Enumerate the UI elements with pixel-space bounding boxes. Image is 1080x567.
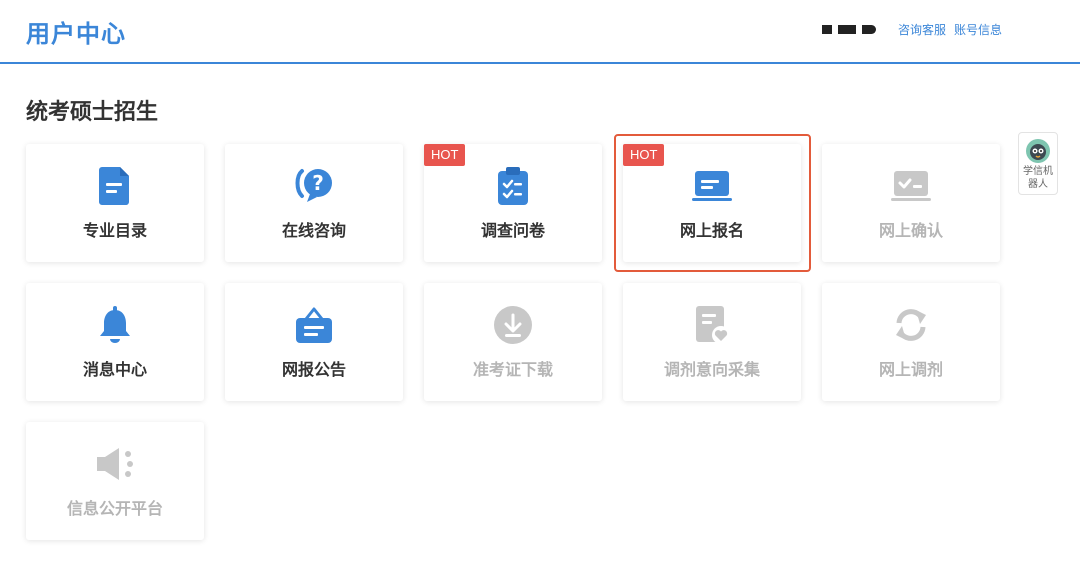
card-label: 调剂意向采集 <box>663 360 760 379</box>
header: 用户中心 咨询客服 账号信息 <box>0 0 1080 64</box>
card-label: 专业目录 <box>82 221 147 240</box>
download-icon <box>424 305 602 345</box>
card-registration-notice[interactable]: 网报公告 <box>225 283 403 401</box>
refresh-icon <box>822 305 1000 345</box>
document-icon <box>26 166 204 206</box>
card-online-confirm[interactable]: 网上确认 <box>822 144 1000 262</box>
page-title: 用户中心 <box>26 20 126 48</box>
card-major-catalog[interactable]: 专业目录 <box>26 144 204 262</box>
section-title: 统考硕士招生 <box>26 100 159 125</box>
card-label: 准考证下载 <box>472 360 553 379</box>
document-heart-icon <box>623 305 801 345</box>
card-admission-ticket-download[interactable]: 准考证下载 <box>424 283 602 401</box>
consult-service-link[interactable]: 咨询客服 <box>898 21 946 38</box>
card-label: 网上报名 <box>679 221 744 240</box>
card-online-transfer[interactable]: 网上调剂 <box>822 283 1000 401</box>
hot-badge: HOT <box>623 144 665 166</box>
notice-board-icon <box>225 305 403 345</box>
card-label: 调查问卷 <box>480 221 545 240</box>
card-online-registration[interactable]: HOT 网上报名 <box>623 144 801 262</box>
card-label: 网上确认 <box>878 221 943 240</box>
card-message-center[interactable]: 消息中心 <box>26 283 204 401</box>
bell-icon <box>26 305 204 345</box>
question-chat-icon: ? <box>225 166 403 206</box>
card-label: 网报公告 <box>281 360 346 379</box>
card-transfer-intention[interactable]: 调剂意向采集 <box>623 283 801 401</box>
laptop-form-icon <box>623 166 801 206</box>
robot-label: 学信机器人 <box>1023 166 1053 190</box>
card-label: 信息公开平台 <box>66 499 163 518</box>
clipboard-checklist-icon <box>424 166 602 206</box>
card-survey[interactable]: HOT 调查问卷 <box>424 144 602 262</box>
user-name-redacted <box>822 20 890 38</box>
laptop-check-icon <box>822 166 1000 206</box>
card-label: 在线咨询 <box>281 221 346 240</box>
chat-robot-button[interactable]: 学信机器人 <box>1018 132 1058 195</box>
card-label: 消息中心 <box>82 360 147 379</box>
speaker-icon <box>26 444 204 484</box>
card-info-disclosure[interactable]: 信息公开平台 <box>26 422 204 540</box>
hot-badge: HOT <box>424 144 466 166</box>
robot-avatar-icon <box>1026 139 1050 163</box>
card-label: 网上调剂 <box>878 360 943 379</box>
account-info-link[interactable]: 账号信息 <box>954 21 1002 38</box>
svg-text:?: ? <box>312 171 324 195</box>
card-online-consult[interactable]: ? 在线咨询 <box>225 144 403 262</box>
